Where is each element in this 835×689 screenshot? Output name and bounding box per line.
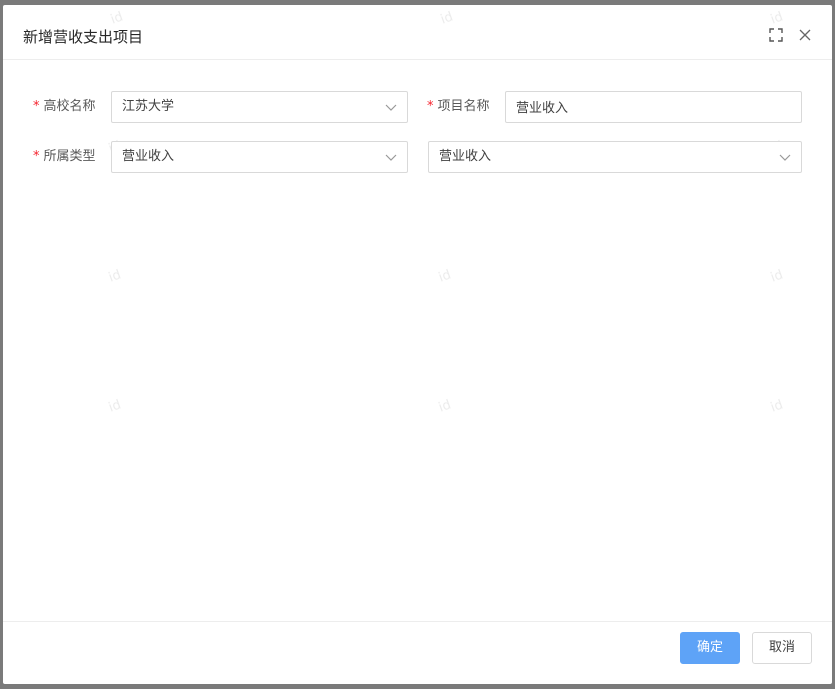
- subcategory-select-value: 营业收入: [439, 149, 492, 164]
- watermark-text: id: [436, 267, 454, 286]
- school-label: * 高校名称: [33, 91, 96, 123]
- project-name-field[interactable]: [505, 91, 802, 123]
- fullscreen-icon: [769, 28, 783, 42]
- form-row-2: * 所属类型 营业收入 营业收入: [3, 141, 832, 173]
- cancel-button[interactable]: 取消: [752, 632, 812, 664]
- dialog: id id id id id id id id id id id 新增营收支出项…: [3, 5, 832, 684]
- school-label-text: 高校名称: [43, 99, 96, 114]
- fullscreen-button[interactable]: [768, 27, 784, 43]
- watermark-text: id: [768, 397, 786, 416]
- close-button[interactable]: [797, 27, 813, 43]
- project-label-text: 项目名称: [437, 99, 490, 114]
- chevron-down-icon: [385, 104, 397, 111]
- watermark-text: id: [106, 397, 124, 416]
- form-row-1: * 高校名称 江苏大学 * 项目名称: [3, 91, 832, 123]
- dialog-header: 新增营收支出项目: [3, 5, 832, 60]
- category-label-text: 所属类型: [43, 149, 96, 164]
- required-mark: *: [33, 149, 40, 164]
- required-mark: *: [427, 99, 434, 114]
- watermark-text: id: [768, 267, 786, 286]
- category-select-value: 营业收入: [122, 149, 175, 164]
- close-icon: [799, 29, 811, 41]
- required-mark: *: [33, 99, 40, 114]
- category-select[interactable]: 营业收入: [111, 141, 408, 173]
- chevron-down-icon: [385, 154, 397, 161]
- watermark-text: id: [106, 267, 124, 286]
- project-label: * 项目名称: [427, 91, 490, 123]
- project-name-input[interactable]: [516, 92, 801, 120]
- dialog-title: 新增营收支出项目: [23, 28, 144, 46]
- confirm-button[interactable]: 确定: [680, 632, 740, 664]
- dialog-footer: 确定 取消: [3, 621, 832, 684]
- school-select[interactable]: 江苏大学: [111, 91, 408, 123]
- school-select-value: 江苏大学: [122, 99, 175, 114]
- category-label: * 所属类型: [33, 141, 96, 173]
- subcategory-select[interactable]: 营业收入: [428, 141, 802, 173]
- chevron-down-icon: [779, 154, 791, 161]
- watermark-text: id: [436, 397, 454, 416]
